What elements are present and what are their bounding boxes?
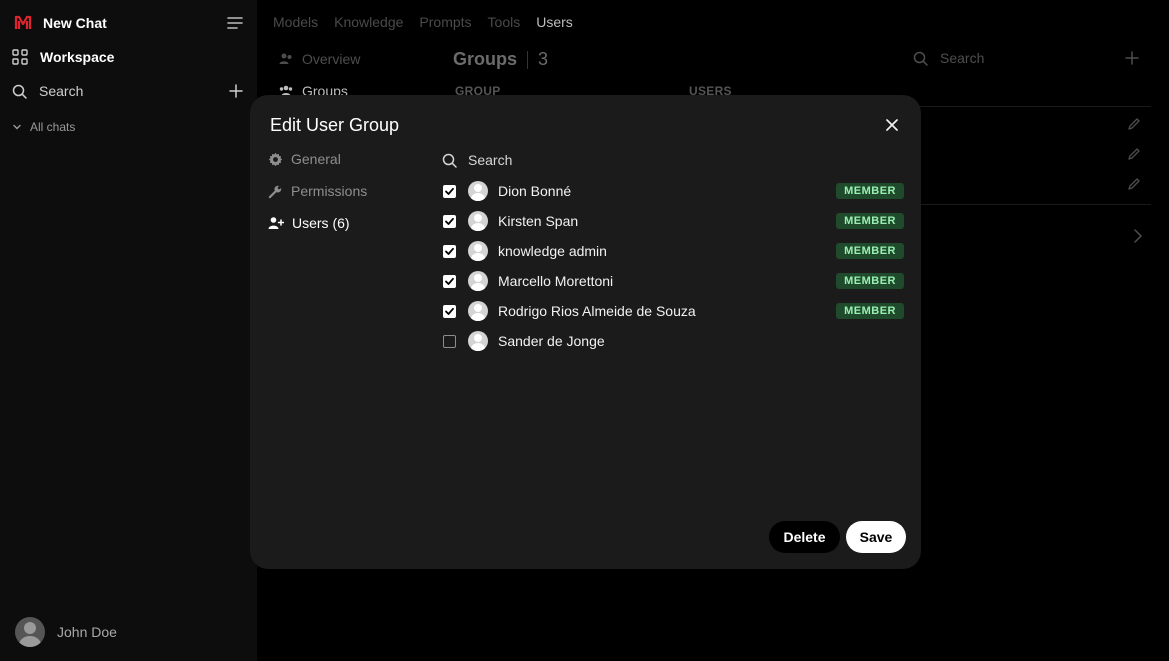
subnav-overview-label: Overview bbox=[302, 51, 361, 67]
workspace-label: Workspace bbox=[40, 49, 115, 65]
all-chats-folder[interactable]: All chats bbox=[12, 115, 243, 139]
wrench-icon bbox=[268, 185, 282, 198]
tab-permissions-label: Permissions bbox=[291, 183, 368, 199]
user-name: knowledge admin bbox=[498, 243, 607, 259]
user-checkbox[interactable] bbox=[443, 214, 456, 228]
avatar bbox=[468, 271, 488, 291]
member-badge: MEMBER bbox=[836, 303, 904, 319]
check-icon bbox=[445, 277, 454, 285]
delete-button[interactable]: Delete bbox=[769, 521, 840, 553]
member-badge: MEMBER bbox=[836, 273, 904, 289]
check-icon bbox=[445, 217, 454, 225]
user-checkbox[interactable] bbox=[443, 184, 456, 198]
member-badge: MEMBER bbox=[836, 213, 904, 229]
search-icon bbox=[12, 84, 27, 99]
workspace-link[interactable]: Workspace bbox=[12, 44, 243, 70]
all-chats-label: All chats bbox=[30, 120, 76, 134]
grid-icon bbox=[12, 49, 28, 65]
edit-group-button[interactable] bbox=[1127, 147, 1141, 166]
groups-search[interactable]: Search bbox=[913, 50, 984, 66]
user-name: Rodrigo Rios Almeide de Souza bbox=[498, 303, 696, 319]
user-row[interactable]: Kirsten Span MEMBER bbox=[443, 209, 904, 233]
save-button[interactable]: Save bbox=[846, 521, 906, 553]
default-permissions-button[interactable] bbox=[1133, 228, 1143, 249]
check-icon bbox=[445, 187, 454, 195]
avatar bbox=[468, 301, 488, 321]
pencil-icon bbox=[1128, 178, 1140, 190]
tab-users[interactable]: Users bbox=[536, 14, 573, 30]
user-name: Marcello Morettoni bbox=[498, 273, 614, 289]
tab-models[interactable]: Models bbox=[273, 14, 318, 30]
avatar bbox=[468, 331, 488, 351]
user-checkbox[interactable] bbox=[443, 244, 456, 258]
user-checkbox[interactable] bbox=[443, 274, 456, 288]
user-row[interactable]: Rodrigo Rios Almeide de Souza MEMBER bbox=[443, 299, 904, 323]
edit-user-group-modal: Edit User Group General Permissions User… bbox=[250, 95, 921, 569]
app-logo-icon bbox=[14, 14, 32, 32]
sidebar-search[interactable]: Search bbox=[12, 78, 243, 104]
user-name: Sander de Jonge bbox=[498, 333, 605, 349]
new-chat-button[interactable]: New Chat bbox=[12, 10, 243, 36]
user-row[interactable]: Marcello Morettoni MEMBER bbox=[443, 269, 904, 293]
tab-users[interactable]: Users (6) bbox=[268, 212, 350, 234]
add-icon[interactable] bbox=[229, 84, 243, 98]
user-name: Kirsten Span bbox=[498, 213, 579, 229]
tab-tools[interactable]: Tools bbox=[488, 14, 521, 30]
page-title: Groups 3 bbox=[453, 49, 548, 70]
edit-group-button[interactable] bbox=[1127, 177, 1141, 196]
user-row[interactable]: knowledge admin MEMBER bbox=[443, 239, 904, 263]
user-search bbox=[442, 149, 902, 171]
chevron-down-icon bbox=[12, 122, 22, 132]
groups-search-placeholder: Search bbox=[940, 50, 985, 66]
close-icon bbox=[886, 119, 898, 131]
close-button[interactable] bbox=[882, 115, 902, 135]
member-badge: MEMBER bbox=[836, 243, 904, 259]
tab-permissions[interactable]: Permissions bbox=[268, 180, 367, 202]
user-plus-icon bbox=[268, 217, 284, 229]
search-icon bbox=[442, 153, 457, 168]
tab-general-label: General bbox=[291, 151, 341, 167]
modal-title: Edit User Group bbox=[270, 115, 400, 135]
subnav-overview[interactable]: Overview bbox=[279, 48, 360, 70]
user-row[interactable]: Sander de Jonge bbox=[443, 329, 904, 353]
tab-knowledge[interactable]: Knowledge bbox=[334, 14, 403, 30]
chevron-right-icon bbox=[1134, 229, 1143, 243]
title-divider bbox=[527, 50, 529, 69]
search-icon bbox=[913, 51, 928, 66]
gear-icon bbox=[268, 152, 283, 166]
user-checkbox[interactable] bbox=[443, 334, 456, 348]
users-icon bbox=[279, 53, 292, 64]
member-badge: MEMBER bbox=[836, 183, 904, 199]
add-icon bbox=[1125, 51, 1139, 65]
user-checkbox[interactable] bbox=[443, 304, 456, 318]
check-icon bbox=[445, 307, 454, 315]
user-search-input[interactable] bbox=[468, 152, 868, 168]
groups-count: 3 bbox=[538, 49, 549, 69]
new-chat-label: New Chat bbox=[43, 15, 107, 31]
check-icon bbox=[445, 247, 454, 255]
pencil-icon bbox=[1128, 148, 1140, 160]
workspace-tabs: Models Knowledge Prompts Tools Users bbox=[273, 14, 573, 30]
sidebar-toggle-icon[interactable] bbox=[227, 16, 243, 30]
avatar bbox=[468, 181, 488, 201]
tab-general[interactable]: General bbox=[268, 148, 341, 170]
user-name: John Doe bbox=[57, 624, 117, 640]
user-menu[interactable]: John Doe bbox=[15, 617, 117, 647]
avatar bbox=[15, 617, 45, 647]
tab-users-label: Users (6) bbox=[292, 215, 350, 231]
avatar bbox=[468, 211, 488, 231]
add-group-button[interactable] bbox=[1125, 51, 1139, 70]
edit-group-button[interactable] bbox=[1127, 117, 1141, 136]
user-row[interactable]: Dion Bonné MEMBER bbox=[443, 179, 904, 203]
sidebar-search-label: Search bbox=[39, 83, 84, 99]
groups-title: Groups bbox=[453, 49, 518, 69]
user-name: Dion Bonné bbox=[498, 183, 572, 199]
avatar bbox=[468, 241, 488, 261]
pencil-icon bbox=[1128, 118, 1140, 130]
tab-prompts[interactable]: Prompts bbox=[419, 14, 471, 30]
sidebar: New Chat Workspace Search All chats John… bbox=[0, 0, 257, 661]
